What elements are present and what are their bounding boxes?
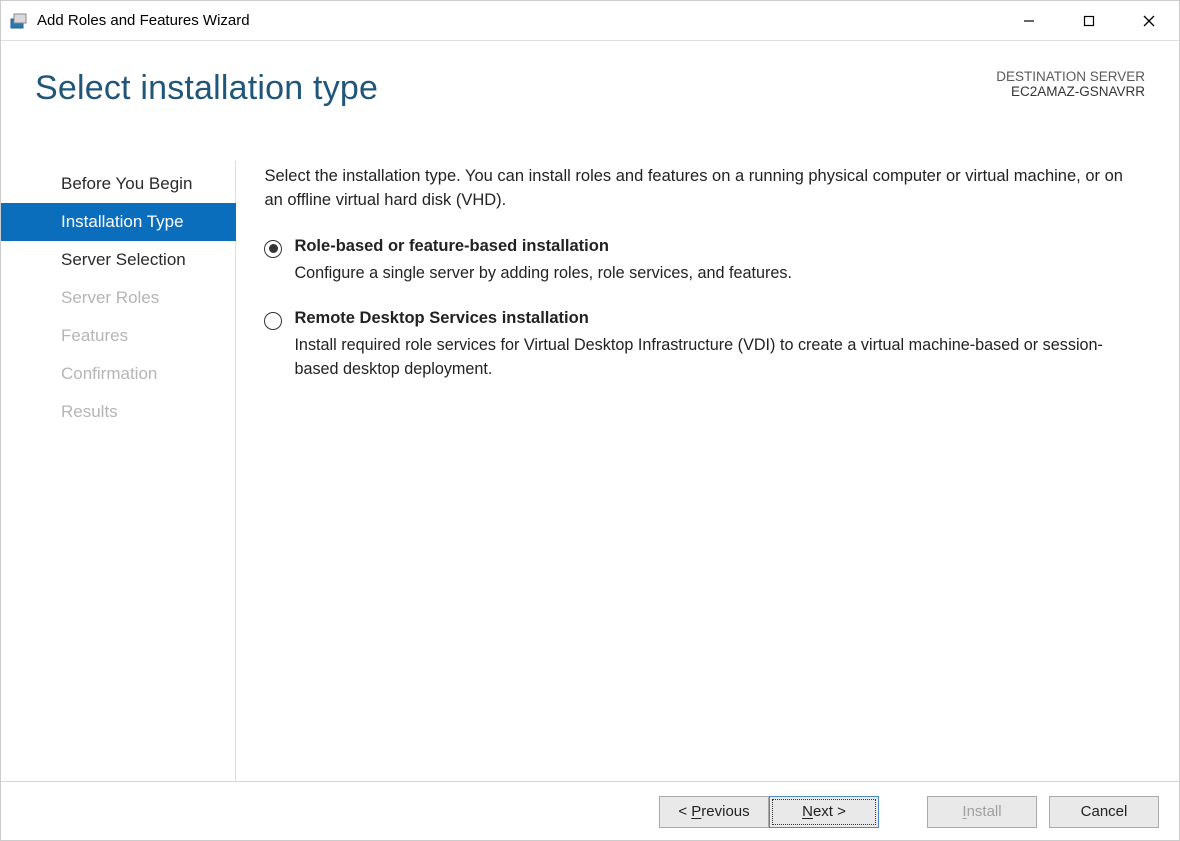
sidebar-item-server-roles: Server Roles (33, 279, 235, 317)
sidebar-item-features: Features (33, 317, 235, 355)
titlebar: Add Roles and Features Wizard (1, 1, 1179, 41)
nav-button-group: < Previous Next > (659, 796, 879, 828)
header-area: Select installation type DESTINATION SER… (1, 41, 1179, 161)
install-button: Install (927, 796, 1037, 828)
window-title: Add Roles and Features Wizard (37, 12, 999, 29)
sidebar-item-confirmation: Confirmation (33, 355, 235, 393)
destination-name: EC2AMAZ-GSNAVRR (996, 84, 1145, 99)
radio-remote-desktop[interactable]: Remote Desktop Services installation (264, 309, 1145, 330)
close-button[interactable] (1119, 1, 1179, 40)
page-title: Select installation type (35, 69, 378, 108)
sidebar-item-results: Results (33, 393, 235, 431)
option-description: Configure a single server by adding role… (264, 262, 1145, 285)
destination-server-block: DESTINATION SERVER EC2AMAZ-GSNAVRR (996, 69, 1145, 99)
window-controls (999, 1, 1179, 40)
sidebar-item-label: Features (61, 326, 128, 346)
sidebar-item-label: Installation Type (61, 212, 184, 232)
sidebar-item-before-you-begin[interactable]: Before You Begin (33, 165, 235, 203)
server-manager-icon (9, 11, 29, 31)
wizard-footer: < Previous Next > Install Cancel (1, 781, 1179, 841)
sidebar-item-label: Confirmation (61, 364, 157, 384)
wizard-sidebar: Before You Begin Installation Type Serve… (33, 161, 236, 781)
minimize-button[interactable] (999, 1, 1059, 40)
radio-button-icon (264, 312, 282, 330)
sidebar-item-installation-type[interactable]: Installation Type (1, 203, 236, 241)
sidebar-item-server-selection[interactable]: Server Selection (33, 241, 235, 279)
sidebar-item-label: Results (61, 402, 118, 422)
option-title: Role-based or feature-based installation (294, 237, 608, 256)
sidebar-item-label: Server Roles (61, 288, 159, 308)
previous-button[interactable]: < Previous (659, 796, 769, 828)
body-area: Before You Begin Installation Type Serve… (1, 161, 1179, 781)
intro-text: Select the installation type. You can in… (264, 165, 1145, 213)
option-title: Remote Desktop Services installation (294, 309, 588, 328)
maximize-button[interactable] (1059, 1, 1119, 40)
sidebar-item-label: Before You Begin (61, 174, 192, 194)
cancel-button[interactable]: Cancel (1049, 796, 1159, 828)
option-description: Install required role services for Virtu… (264, 334, 1145, 381)
radio-button-icon (264, 240, 282, 258)
next-button[interactable]: Next > (769, 796, 879, 828)
sidebar-item-label: Server Selection (61, 250, 186, 270)
radio-role-based[interactable]: Role-based or feature-based installation (264, 237, 1145, 258)
content-area: Select the installation type. You can in… (236, 161, 1179, 781)
destination-label: DESTINATION SERVER (996, 69, 1145, 84)
